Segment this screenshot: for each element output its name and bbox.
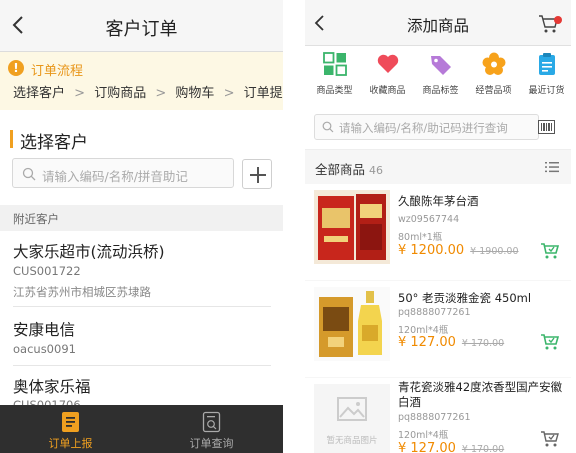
chevron-right-icon: > — [74, 86, 86, 101]
section-accent-bar — [10, 130, 13, 148]
product-original-price: ¥ 1900.00 — [470, 246, 519, 257]
page-title: 添加商品 — [406, 17, 469, 35]
chevron-right-icon: > — [155, 86, 167, 101]
product-price: ¥ 1200.00 — [398, 243, 465, 258]
category-tags[interactable]: 商品标签 — [414, 46, 467, 104]
order-report-icon — [62, 412, 79, 432]
customer-order-screen: 客户订单 ! 订单流程 选择客户 > 订购商品 > 购物车 > 订单提交 选择客… — [0, 0, 283, 453]
search-icon — [22, 167, 36, 181]
product-pack: 120ml*4瓶 — [398, 325, 449, 336]
customer-name: 大家乐超市(流动浜桥) — [13, 243, 165, 261]
list-view-icon[interactable] — [545, 161, 559, 173]
category-product-type[interactable]: 商品类型 — [308, 46, 361, 104]
add-customer-button[interactable] — [242, 159, 272, 189]
category-shortcuts: 商品类型 收藏商品 商品标签 经营品项 最近订货 — [305, 46, 571, 104]
product-code: pq8888077261 — [398, 307, 471, 318]
barcode-scan-icon[interactable] — [538, 120, 555, 134]
add-product-screen: 添加商品 商品类型 收藏商品 商品标签 经营品项 最近订货 请输入编码/名称/助… — [305, 0, 571, 453]
customer-code: CUS001722 — [13, 264, 81, 278]
tab-order-report[interactable]: 订单上报 — [0, 405, 141, 453]
heart-icon — [377, 54, 399, 73]
flow-title: 订单流程 — [31, 64, 84, 79]
tag-icon — [431, 56, 451, 75]
flow-steps: 选择客户 > 订购商品 > 购物车 > 订单提交 — [13, 82, 283, 101]
customer-list-item[interactable]: 奥体家乐福 CUS001706 — [0, 366, 283, 412]
product-original-price: ¥ 170.00 — [461, 338, 505, 349]
category-recent-orders[interactable]: 最近订货 — [520, 46, 571, 104]
search-icon — [322, 121, 334, 133]
header-bar: 添加商品 — [305, 0, 571, 46]
grid-icon — [323, 52, 347, 76]
chevron-right-icon: > — [223, 86, 235, 101]
header-bar: 客户订单 — [0, 0, 283, 52]
warning-icon: ! — [8, 60, 24, 76]
product-pack: 80ml*1瓶 — [398, 232, 443, 243]
category-business-items[interactable]: 经营品项 — [467, 46, 520, 104]
flower-icon — [482, 52, 506, 75]
add-to-cart-icon[interactable] — [540, 333, 560, 351]
product-code: wz09567744 — [398, 214, 460, 225]
tab-order-search[interactable]: 订单查询 — [141, 405, 282, 453]
liquor-box-icon — [314, 190, 390, 264]
product-search-bar: 请输入编码/名称/助记码进行查询 — [305, 104, 571, 150]
customer-code: oacus0091 — [13, 342, 76, 356]
customer-list-item[interactable]: 安康电信 oacus0091 — [0, 307, 283, 366]
order-flow-banner: ! 订单流程 选择客户 > 订购商品 > 购物车 > 订单提交 — [0, 52, 283, 110]
product-name: 50° 老贡淡雅金瓷 450ml — [398, 291, 532, 305]
all-products-header: 全部商品 46 — [305, 150, 571, 184]
category-favorites[interactable]: 收藏商品 — [361, 46, 414, 104]
customer-search-input[interactable]: 请输入编码/名称/拼音助记 — [12, 158, 234, 188]
liquor-bottle-icon — [314, 287, 390, 361]
customer-list-item[interactable]: 大家乐超市(流动浜桥) CUS001722 江苏省苏州市相城区苏埭路 — [0, 231, 283, 307]
product-list-item[interactable]: 50° 老贡淡雅金瓷 450ml pq8888077261 120ml*4瓶 ¥… — [305, 281, 571, 377]
product-search-input[interactable]: 请输入编码/名称/助记码进行查询 — [314, 114, 539, 140]
product-price: ¥ 127.00 — [398, 441, 456, 453]
flow-step: 选择客户 — [13, 86, 66, 101]
add-to-cart-icon[interactable] — [540, 242, 560, 260]
no-image-label: 暂无商品图片 — [326, 436, 378, 446]
product-price: ¥ 127.00 — [398, 335, 456, 350]
product-code: pq8888077261 — [398, 412, 471, 423]
product-list-item[interactable]: 久酿陈年茅台酒 wz09567744 80ml*1瓶 ¥ 1200.00 ¥ 19… — [305, 184, 571, 280]
product-name: 久酿陈年茅台酒 — [398, 194, 479, 208]
search-placeholder: 请输入编码/名称/拼音助记 — [42, 169, 188, 184]
flow-step: 订单提交 — [243, 86, 283, 101]
product-pack: 120ml*4瓶 — [398, 430, 449, 441]
product-list-item[interactable]: 暂无商品图片 青花瓷淡雅42度浓香型国产安徽白酒 pq8888077261 12… — [305, 378, 571, 453]
customer-address: 江苏省苏州市相城区苏埭路 — [13, 285, 151, 299]
bottom-tab-bar: 订单上报 订单查询 — [0, 405, 283, 453]
customer-name: 安康电信 — [13, 321, 76, 339]
product-count: 46 — [369, 164, 384, 177]
cart-badge — [554, 16, 562, 24]
page-title: 客户订单 — [105, 19, 178, 40]
add-to-cart-icon[interactable] — [540, 430, 560, 448]
nearby-customers-header: 附近客户 — [0, 205, 283, 231]
flow-step: 购物车 — [175, 86, 215, 101]
flow-step: 订购商品 — [94, 86, 147, 101]
order-search-icon — [202, 411, 221, 433]
all-products-label: 全部商品 — [315, 162, 366, 177]
customer-name: 奥体家乐福 — [13, 378, 91, 396]
product-original-price: ¥ 170.00 — [461, 444, 505, 453]
clipboard-icon — [539, 53, 555, 75]
product-name: 青花瓷淡雅42度浓香型国产安徽白酒 — [398, 380, 563, 409]
